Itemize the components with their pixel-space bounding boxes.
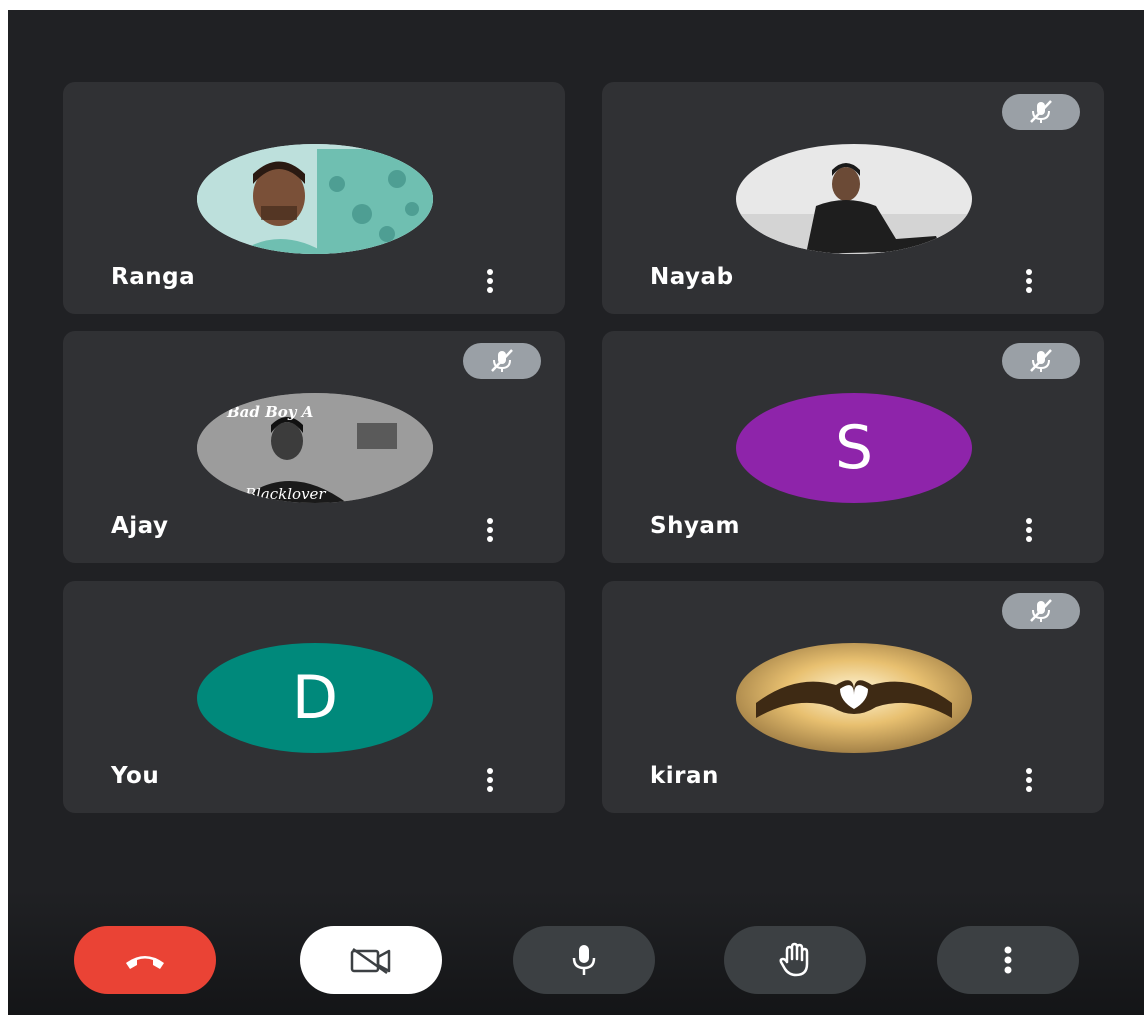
mic-off-icon xyxy=(1030,599,1052,622)
participant-options-button[interactable] xyxy=(1016,515,1042,545)
participant-options-button[interactable] xyxy=(1016,266,1042,296)
camera-toggle-button[interactable] xyxy=(300,926,442,994)
mic-off-icon xyxy=(1030,349,1052,372)
participant-tile-ajay[interactable]: Bad Boy A Blacklover Ajay xyxy=(63,331,565,563)
participant-avatar-photo xyxy=(197,144,433,254)
participant-name: Shyam xyxy=(650,513,740,539)
participant-options-button[interactable] xyxy=(477,765,503,795)
participant-options-button[interactable] xyxy=(477,515,503,545)
svg-text:Blacklover: Blacklover xyxy=(244,485,326,503)
participant-avatar-letter: D xyxy=(197,643,433,753)
hang-up-icon xyxy=(126,956,164,969)
photo-bad-boy-icon: Bad Boy A Blacklover xyxy=(197,393,433,503)
participant-avatar-photo: Bad Boy A Blacklover xyxy=(197,393,433,503)
participant-name: You xyxy=(111,763,160,789)
participant-tile-ranga[interactable]: Ranga xyxy=(63,82,565,314)
more-vert-icon xyxy=(1026,768,1032,774)
more-vert-icon xyxy=(1026,269,1032,275)
avatar-initial: S xyxy=(834,413,874,483)
svg-text:Bad Boy A: Bad Boy A xyxy=(226,403,313,421)
participant-tile-nayab[interactable]: Nayab xyxy=(602,82,1104,314)
end-call-button[interactable] xyxy=(74,926,216,994)
call-controls-bar xyxy=(8,890,1144,1015)
participant-name: Ajay xyxy=(111,513,169,539)
more-vert-icon xyxy=(1026,518,1032,524)
avatar-initial: D xyxy=(291,663,339,733)
participant-avatar-photo xyxy=(736,643,972,753)
meeting-screen: Ranga Nayab Bad Boy A Blacklover Ajay S … xyxy=(8,10,1144,1015)
mic-off-badge xyxy=(1002,343,1080,379)
more-options-button[interactable] xyxy=(937,926,1079,994)
participant-options-button[interactable] xyxy=(477,266,503,296)
more-vert-icon xyxy=(1004,946,1012,974)
participant-tile-you[interactable]: D You xyxy=(63,581,565,813)
more-vert-icon xyxy=(487,768,493,774)
mic-off-badge xyxy=(463,343,541,379)
participant-tile-shyam[interactable]: S Shyam xyxy=(602,331,1104,563)
participant-tile-kiran[interactable]: kiran xyxy=(602,581,1104,813)
participant-name: kiran xyxy=(650,763,719,789)
more-vert-icon xyxy=(487,269,493,275)
microphone-icon xyxy=(572,945,596,975)
raise-hand-button[interactable] xyxy=(724,926,866,994)
participant-name: Ranga xyxy=(111,264,196,290)
participant-name: Nayab xyxy=(650,264,734,290)
participant-avatar-photo xyxy=(736,144,972,254)
photo-man-floral-shirt-icon xyxy=(197,144,433,254)
camera-off-icon xyxy=(350,947,391,975)
mic-off-badge xyxy=(1002,593,1080,629)
mic-off-icon xyxy=(491,349,513,372)
mic-off-icon xyxy=(1030,100,1052,123)
participant-avatar-letter: S xyxy=(736,393,972,503)
more-vert-icon xyxy=(487,518,493,524)
hand-icon xyxy=(779,942,809,977)
microphone-toggle-button[interactable] xyxy=(513,926,655,994)
participant-options-button[interactable] xyxy=(1016,765,1042,795)
photo-heart-hands-icon xyxy=(736,643,972,753)
photo-man-black-shirt-icon xyxy=(736,144,972,254)
mic-off-badge xyxy=(1002,94,1080,130)
